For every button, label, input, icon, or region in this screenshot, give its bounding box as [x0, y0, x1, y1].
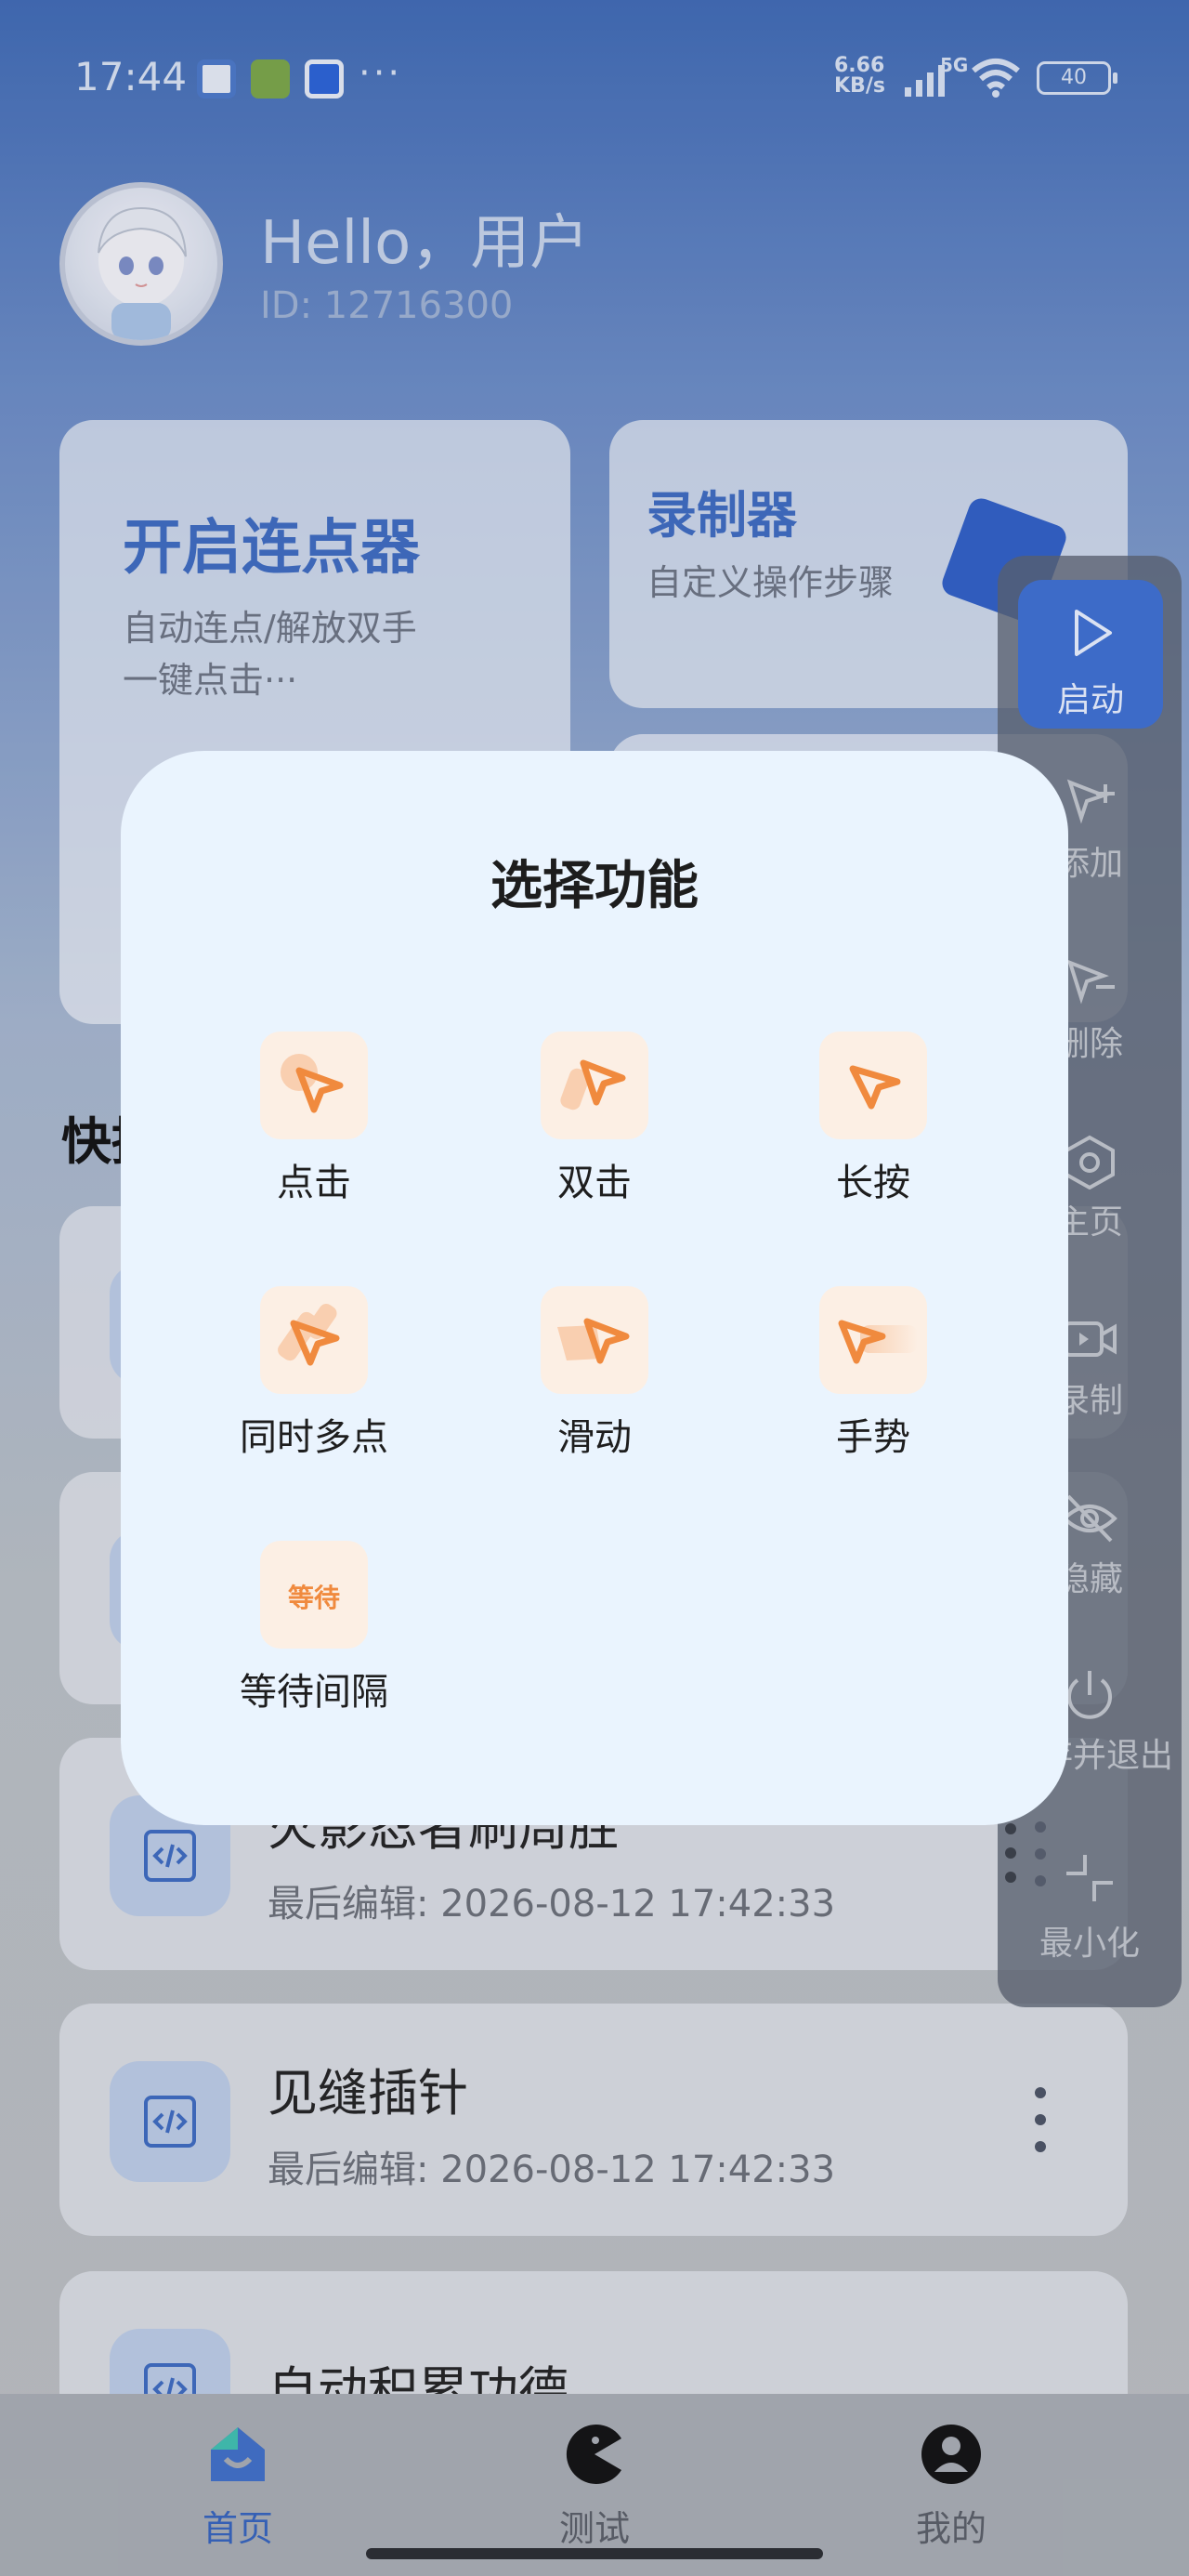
swipe-icon — [541, 1286, 648, 1394]
function-double-tap[interactable]: 双击 — [502, 1032, 687, 1206]
function-label: 同时多点 — [240, 1416, 388, 1459]
function-label: 点击 — [277, 1162, 351, 1204]
tap-icon — [260, 1032, 368, 1139]
multi-point-icon — [260, 1286, 368, 1394]
function-label: 长按 — [836, 1162, 910, 1204]
select-function-dialog: 选择功能 点击 双击 长按 同时多点 滑动 手势 等待 等待间隔 — [121, 751, 1068, 1825]
function-multi-point[interactable]: 同时多点 — [221, 1286, 407, 1461]
long-press-icon — [819, 1032, 927, 1139]
dialog-title: 选择功能 — [490, 856, 699, 916]
function-label: 手势 — [836, 1416, 910, 1459]
function-label: 滑动 — [557, 1416, 632, 1459]
function-label: 双击 — [557, 1162, 632, 1204]
function-tap[interactable]: 点击 — [221, 1032, 407, 1206]
double-tap-icon — [541, 1032, 648, 1139]
function-gesture[interactable]: 手势 — [780, 1286, 966, 1461]
gesture-icon — [819, 1286, 927, 1394]
function-wait[interactable]: 等待 等待间隔 — [221, 1541, 407, 1715]
wait-tile-text: 等待 — [287, 1583, 340, 1613]
function-long-press[interactable]: 长按 — [780, 1032, 966, 1206]
function-swipe[interactable]: 滑动 — [502, 1286, 687, 1461]
wait-icon: 等待 — [260, 1541, 368, 1649]
function-label: 等待间隔 — [240, 1671, 388, 1714]
